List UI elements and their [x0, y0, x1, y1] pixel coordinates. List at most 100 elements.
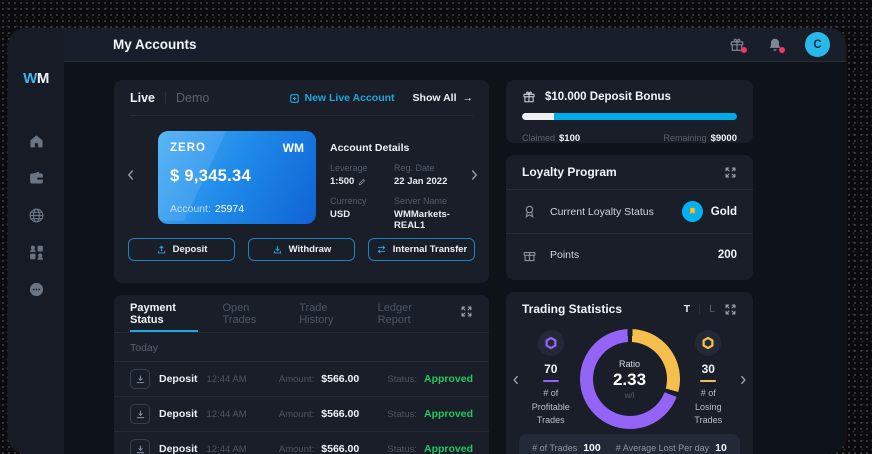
wallet-icon[interactable] — [28, 170, 45, 187]
globe-icon[interactable] — [28, 207, 45, 224]
deposit-row-icon — [130, 404, 150, 424]
account-number-label: Account: — [170, 203, 211, 215]
toggle-trades[interactable]: T — [684, 303, 690, 315]
gift-icon[interactable] — [729, 37, 747, 53]
status-badge: Approved — [423, 443, 473, 454]
logo-w: W — [23, 70, 37, 87]
tab-live[interactable]: Live — [130, 91, 155, 105]
profitable-trades-label: # of Profitable Trades — [531, 387, 570, 426]
account-number: 25974 — [214, 203, 245, 215]
bonus-progress-bar — [522, 113, 737, 120]
tab-open-trades[interactable]: Open Trades — [222, 295, 275, 332]
bonus-footer: Claimed $100 Remaining $9000 — [522, 128, 737, 146]
amount-label: Amount: — [278, 409, 315, 420]
payments-tabs: Payment Status Open Trades Trade History… — [114, 295, 489, 332]
payment-type: Deposit — [159, 443, 198, 454]
payment-type: Deposit — [159, 408, 198, 420]
remaining-value: $9000 — [710, 133, 737, 144]
amount-value: $566.00 — [321, 408, 360, 420]
loyalty-status-label: Current Loyalty Status — [550, 205, 654, 218]
carousel-prev-icon[interactable] — [124, 168, 138, 182]
home-icon[interactable] — [28, 133, 45, 150]
brand-logo[interactable]: WM — [8, 70, 64, 87]
ratio-title: Ratio — [618, 358, 640, 369]
payment-row: Deposit 12:44 AM Amount: $566.00 Status:… — [114, 431, 489, 454]
edit-pencil-icon[interactable] — [358, 178, 366, 186]
deposit-row-icon — [130, 369, 150, 389]
payments-expand-icon[interactable] — [460, 305, 473, 323]
trading-stats-header: Trading Statistics T L — [506, 292, 753, 316]
reg-date-field: Reg. Date 22 Jan 2022 — [394, 163, 470, 187]
bell-icon[interactable] — [767, 37, 785, 53]
loyalty-expand-icon[interactable] — [724, 166, 737, 179]
award-badge-icon — [522, 204, 537, 219]
claimed-value: $100 — [559, 133, 581, 144]
sidebar-nav — [8, 133, 64, 298]
card-brand-logo: WM — [282, 141, 304, 155]
loyalty-title: Loyalty Program — [522, 165, 617, 179]
avg-lost-label: # Average Lost Per day — [615, 443, 710, 453]
ratio-value: 2.33 — [612, 369, 647, 389]
ratio-subtitle: w/l — [624, 390, 635, 400]
points-gift-icon — [522, 248, 537, 263]
carousel-next-icon[interactable] — [467, 168, 481, 182]
currency-label: Currency — [330, 196, 367, 206]
deposit-button[interactable]: Deposit — [128, 238, 235, 261]
toggle-separator — [699, 304, 701, 314]
gold-hexagon-icon — [695, 329, 722, 356]
account-actions: Deposit Withdraw Internal Transfer — [114, 233, 489, 261]
status-label: Status: — [387, 374, 417, 385]
losing-underline — [700, 379, 717, 382]
partners-icon[interactable] — [28, 244, 45, 261]
trading-stats-title: Trading Statistics — [522, 302, 623, 316]
loyalty-header: Loyalty Program — [506, 155, 753, 189]
add-account-icon — [289, 93, 299, 103]
internal-transfer-button-label: Internal Transfer — [392, 244, 468, 255]
total-trades-label: # of Trades — [532, 443, 578, 453]
stats-next-icon[interactable] — [737, 373, 749, 385]
account-details-title: Account Details — [330, 142, 410, 154]
tab-demo[interactable]: Demo — [176, 91, 209, 105]
toggle-lots[interactable]: L — [709, 303, 715, 315]
amount-value: $566.00 — [321, 373, 360, 385]
new-live-account-button[interactable]: New Live Account — [289, 92, 395, 104]
internal-transfer-button[interactable]: Internal Transfer — [368, 238, 475, 261]
more-icon[interactable] — [28, 281, 45, 298]
account-number-row: Account: 25974 — [170, 203, 244, 215]
reg-date-value: 22 Jan 2022 — [394, 176, 448, 187]
avg-lost-value: 10 — [715, 442, 727, 454]
payments-group-label: Today — [130, 342, 159, 354]
arrow-right-icon: → — [462, 92, 474, 104]
loyalty-points-row: Points 200 — [506, 233, 753, 276]
profitable-underline — [542, 379, 559, 382]
show-all-label: Show All — [412, 92, 457, 104]
loyalty-points-label: Points — [550, 249, 580, 261]
payment-time: 12:44 AM — [206, 408, 247, 420]
donut-center: Ratio 2.33 w/l — [592, 342, 667, 416]
account-card-carousel: ZERO WM $ 9,345.34 Account: 25974 Account… — [114, 116, 489, 233]
currency-field: Currency USD — [330, 196, 384, 231]
stats-expand-icon[interactable] — [724, 303, 737, 316]
new-live-account-label: New Live Account — [304, 92, 395, 104]
tab-ledger-report[interactable]: Ledger Report — [378, 295, 436, 332]
tab-trade-history[interactable]: Trade History — [299, 295, 353, 332]
payments-panel: Payment Status Open Trades Trade History… — [114, 295, 489, 454]
amount-value: $566.00 — [321, 443, 360, 454]
loyalty-status-value: Gold — [710, 205, 737, 218]
tab-payment-status[interactable]: Payment Status — [130, 295, 199, 332]
deposit-button-label: Deposit — [172, 244, 208, 255]
page-title: My Accounts — [113, 37, 197, 52]
show-all-button[interactable]: Show All → — [413, 92, 473, 104]
account-type-badge: ZERO — [170, 142, 206, 154]
stats-prev-icon[interactable] — [510, 373, 522, 385]
currency-value: USD — [330, 209, 351, 220]
withdraw-button[interactable]: Withdraw — [248, 238, 355, 261]
user-avatar[interactable]: C — [805, 32, 830, 57]
account-card: ZERO WM $ 9,345.34 Account: 25974 — [158, 131, 316, 224]
payment-time: 12:44 AM — [206, 373, 247, 385]
sidebar: WM — [8, 28, 64, 454]
status-label: Status: — [387, 444, 417, 454]
account-balance: $ 9,345.34 — [170, 167, 251, 185]
deposit-upload-icon — [157, 245, 165, 254]
account-details: Account Details Leverage 1:500 Reg. Date… — [330, 142, 470, 231]
